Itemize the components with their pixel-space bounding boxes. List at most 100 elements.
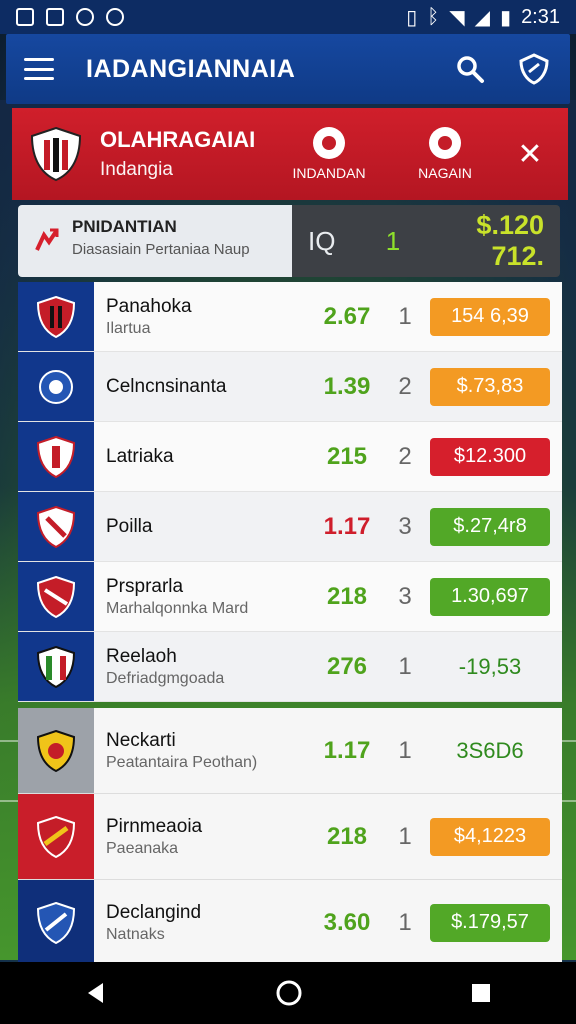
team-badge-icon [429, 127, 461, 159]
club-crest-icon [30, 126, 82, 182]
summary-search-icon[interactable]: IQ [308, 226, 368, 257]
battery-icon: ▮ [500, 6, 512, 29]
position-value: 2 [398, 372, 412, 400]
summary-count: 1 [385, 225, 401, 256]
match-header: OLAHRAGAIAI Indangia INDANDAN NAGAIN ✕ [12, 108, 568, 200]
list-item[interactable]: Declangind Natnaks 3.60 1 $.179,57 [18, 880, 562, 966]
close-icon[interactable]: ✕ [510, 134, 550, 174]
recents-icon[interactable] [469, 981, 493, 1005]
status-bar: ▯ ᛒ ◥ ◢ ▮ 2:31 [0, 0, 576, 34]
list-item[interactable]: Poilla 1.17 3 $.27,4r8 [18, 492, 562, 562]
summary-bar: PNIDANTIAN Diasasiain Pertaniaa Naup IQ … [18, 205, 560, 277]
app-notification-icon [76, 8, 94, 26]
app-title: IADANGIANNAIA [86, 54, 296, 83]
club-crest-icon [37, 815, 75, 858]
value-badge[interactable]: -19,53 [430, 648, 550, 686]
club-crest-icon [39, 369, 73, 404]
team-subtitle: Ilartua [106, 319, 151, 337]
hamburger-menu-icon[interactable] [24, 58, 54, 80]
team-name: Prsprarla [106, 575, 184, 597]
position-value: 1 [398, 822, 412, 850]
list-item[interactable]: Reelaoh Defriadgmgoada 276 1 -19,53 [18, 632, 562, 702]
image-notification-icon [16, 8, 34, 26]
team-name: Panahoka [106, 295, 192, 317]
position-value: 2 [398, 442, 412, 470]
list-item[interactable]: Celncnsinanta 1.39 2 $.73,83 [18, 352, 562, 422]
odds-value: 215 [326, 442, 368, 470]
club-crest-icon [37, 901, 75, 944]
tab-right-label: NAGAIN [418, 165, 472, 181]
list-item[interactable]: Prsprarla Marhalqonnka Mard 218 3 1.30,69… [18, 562, 562, 632]
position-value: 3 [398, 512, 412, 540]
team-subtitle: Marhalqonnka Mard [106, 599, 249, 617]
team-name: Neckarti [106, 729, 176, 751]
position-value: 1 [398, 302, 412, 330]
search-icon[interactable] [452, 51, 488, 87]
club-crest-icon [37, 729, 75, 772]
odds-value: 1.17 [323, 512, 371, 540]
back-icon[interactable] [83, 980, 109, 1006]
signal-icon: ◢ [474, 6, 491, 29]
shield-icon[interactable] [516, 51, 552, 87]
trend-arrow-icon [35, 228, 59, 251]
tab-right[interactable]: NAGAIN [390, 127, 500, 181]
team-list: Panahoka Ilartua 2.67 1 154 6,39 Celncnsi… [18, 282, 562, 702]
position-value: 1 [398, 736, 412, 764]
vibrate-icon: ▯ [406, 6, 418, 29]
odds-value: 1.17 [323, 736, 371, 764]
odds-value: 218 [326, 582, 368, 610]
club-crest-icon [37, 575, 75, 618]
value-badge[interactable]: $.179,57 [430, 903, 550, 942]
wifi-icon: ◥ [449, 6, 465, 29]
secondary-team-list: Neckarti Peatantaira Peothan) 1.17 1 3S6D… [18, 708, 562, 966]
team-subtitle: Paeanaka [106, 839, 179, 857]
bluetooth-icon: ᛒ [427, 5, 440, 28]
tab-left[interactable]: INDANDAN [274, 127, 384, 181]
club-crest-icon [37, 645, 75, 688]
odds-value: 2.67 [323, 302, 371, 330]
list-item[interactable]: Neckarti Peatantaira Peothan) 1.17 1 3S6D… [18, 708, 562, 794]
team-name: Celncnsinanta [106, 375, 227, 397]
list-item[interactable]: Panahoka Ilartua 2.67 1 154 6,39 [18, 282, 562, 352]
summary-amount: $.120 712. [476, 210, 544, 271]
odds-value: 3.60 [323, 908, 371, 936]
value-badge[interactable]: $.27,4r8 [430, 507, 550, 546]
value-badge[interactable]: $12.300 [430, 437, 550, 476]
match-subtitle: Indangia [100, 159, 173, 180]
odds-value: 218 [326, 822, 368, 850]
app-bar: IADANGIANNAIA [6, 34, 570, 104]
team-badge-icon [313, 127, 345, 159]
team-subtitle: Defriadgmgoada [106, 669, 225, 687]
team-name: Latriaka [106, 445, 174, 467]
value-badge[interactable]: $4,1223 [430, 817, 550, 856]
list-item[interactable]: Pirnmeaoia Paeanaka 218 1 $4,1223 [18, 794, 562, 880]
team-subtitle: Natnaks [106, 925, 165, 943]
value-badge[interactable]: 1.30,697 [430, 577, 550, 616]
club-crest-icon [37, 435, 75, 478]
team-name: Pirnmeaoia [106, 815, 203, 837]
position-value: 1 [398, 652, 412, 680]
club-crest-icon [37, 295, 75, 338]
odds-value: 276 [326, 652, 368, 680]
team-name: Reelaoh [106, 645, 177, 667]
value-badge[interactable]: $.73,83 [430, 367, 550, 406]
position-value: 3 [398, 582, 412, 610]
position-value: 1 [398, 908, 412, 936]
club-crest-icon [37, 505, 75, 548]
team-subtitle: Peatantaira Peothan) [106, 753, 258, 771]
team-name: Declangind [106, 901, 202, 923]
summary-subtitle: Diasasiain Pertaniaa Naup [72, 241, 250, 258]
odds-value: 1.39 [323, 372, 371, 400]
summary-title: PNIDANTIAN [72, 217, 177, 236]
value-badge[interactable]: 3S6D6 [430, 732, 550, 770]
home-icon[interactable] [275, 979, 303, 1007]
value-badge[interactable]: 154 6,39 [430, 297, 550, 336]
clock: 2:31 [521, 5, 560, 28]
team-name: Poilla [106, 515, 153, 537]
notification-icons [16, 8, 124, 26]
system-nav-bar [0, 962, 576, 1024]
list-item[interactable]: Latriaka 215 2 $12.300 [18, 422, 562, 492]
tab-left-label: INDANDAN [292, 165, 366, 181]
calendar-notification-icon [46, 8, 64, 26]
alert-notification-icon [106, 8, 124, 26]
